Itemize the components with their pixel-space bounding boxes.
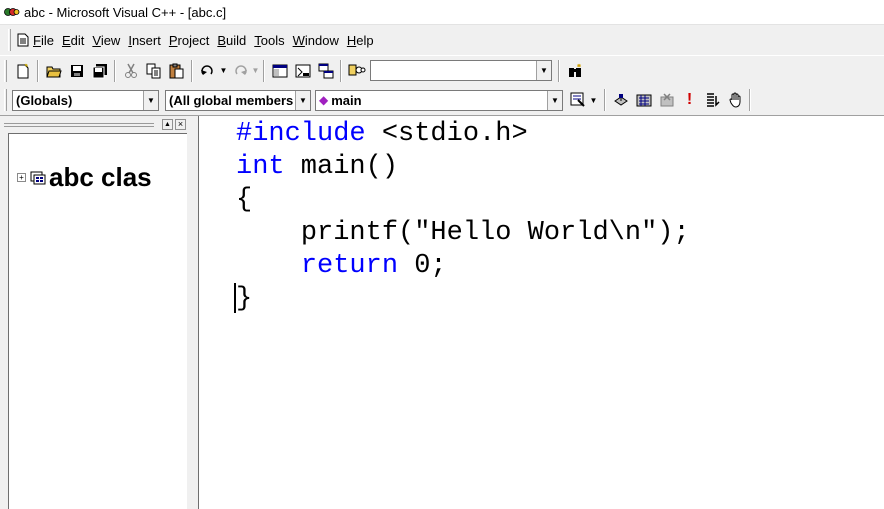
window-list-icon[interactable] xyxy=(314,60,337,82)
tree-root-node[interactable]: + abc clas xyxy=(17,162,152,193)
code-line: { xyxy=(236,184,690,217)
save-icon[interactable] xyxy=(65,60,88,82)
go-debug-icon[interactable] xyxy=(701,89,724,111)
code-text-segment: <stdio.h> xyxy=(365,119,528,149)
cut-icon[interactable] xyxy=(119,60,142,82)
compile-icon[interactable] xyxy=(609,89,632,111)
wizardbar-grip[interactable] xyxy=(4,89,7,111)
menu-insert[interactable]: Insert xyxy=(128,31,161,50)
find-in-files-icon[interactable] xyxy=(345,60,368,82)
toolbar-separator xyxy=(191,59,193,82)
workspace-grip-line xyxy=(4,123,154,124)
open-folder-icon[interactable] xyxy=(42,60,65,82)
output-window-icon[interactable] xyxy=(291,60,314,82)
toolbar-grip[interactable] xyxy=(4,59,7,82)
menu-file[interactable]: File xyxy=(33,31,54,50)
class-combo-value: (Globals) xyxy=(16,92,73,108)
toolbar-separator xyxy=(263,59,265,82)
menu-project[interactable]: Project xyxy=(169,31,209,50)
tree-root-label: abc clas xyxy=(49,162,152,192)
find-binoculars-icon[interactable] xyxy=(563,60,586,82)
code-text-segment: } xyxy=(236,284,253,315)
copy-icon[interactable] xyxy=(142,60,165,82)
code-line: #include <stdio.h> xyxy=(236,118,690,151)
code-line: printf("Hello World\n"); xyxy=(236,217,690,250)
visual-cpp-app-icon xyxy=(4,6,20,18)
menu-bar: File Edit View Insert Project Build Tool… xyxy=(0,24,884,55)
member-combo-chevron-down-icon[interactable]: ▼ xyxy=(547,90,562,110)
code-line: return 0; xyxy=(236,250,690,283)
menu-help[interactable]: Help xyxy=(347,31,374,50)
paste-icon[interactable] xyxy=(165,60,188,82)
menu-build[interactable]: Build xyxy=(217,31,246,50)
window-title: abc - Microsoft Visual C++ - [abc.c] xyxy=(24,4,227,20)
find-combo-chevron-down-icon[interactable]: ▼ xyxy=(536,61,551,80)
filter-combo[interactable]: (All global members ▼ xyxy=(165,89,311,111)
wizardbar-actions-icon[interactable] xyxy=(566,89,589,111)
code-text[interactable]: #include <stdio.h> int main() { printf("… xyxy=(234,118,690,316)
code-line: } xyxy=(234,283,690,316)
filter-combo-value: (All global members xyxy=(169,92,294,108)
code-text-segment: { xyxy=(236,185,253,215)
execute-icon[interactable]: ! xyxy=(678,89,701,111)
pane-splitter[interactable] xyxy=(188,116,199,509)
undo-dropdown-chevron-icon[interactable]: ▼ xyxy=(219,60,228,82)
insert-breakpoint-hand-icon[interactable] xyxy=(724,89,747,111)
menubar-grip[interactable] xyxy=(8,29,11,51)
tree-expand-plus-icon[interactable]: + xyxy=(17,173,26,182)
wizard-bar: (Globals) ▼ (All global members ▼ ◆ main… xyxy=(0,85,884,116)
code-line: int main() xyxy=(236,151,690,184)
menu-edit[interactable]: Edit xyxy=(62,31,84,50)
toolbar-separator xyxy=(604,89,606,111)
workspace-close-icon[interactable]: × xyxy=(175,119,186,130)
filter-combo-chevron-down-icon[interactable]: ▼ xyxy=(295,90,310,110)
document-icon[interactable] xyxy=(15,29,31,51)
class-view-tree[interactable]: + abc clas xyxy=(8,133,187,509)
workspace-restore-icon[interactable]: ▲ xyxy=(162,119,173,130)
code-keyword: #include xyxy=(236,119,366,149)
toolbar-separator xyxy=(340,59,342,82)
menu-window[interactable]: Window xyxy=(293,31,339,50)
member-combo[interactable]: ◆ main ▼ xyxy=(315,89,563,111)
workspace-pane: ▲ × + abc clas xyxy=(0,116,199,509)
member-combo-value: main xyxy=(331,92,362,108)
code-text-segment: 0; xyxy=(398,251,447,281)
undo-icon[interactable] xyxy=(196,60,219,82)
workspace-grip-line xyxy=(4,126,154,127)
standard-toolbar: ▼ ▼ ▼ xyxy=(0,55,884,85)
new-file-icon[interactable] xyxy=(11,60,34,82)
toolbar-separator xyxy=(37,59,39,82)
code-text-segment: printf("Hello World\n"); xyxy=(300,218,690,248)
build-icon[interactable] xyxy=(632,89,655,111)
wizardbar-actions-chevron-down-icon[interactable]: ▼ xyxy=(589,89,598,111)
title-bar: abc - Microsoft Visual C++ - [abc.c] xyxy=(0,0,884,24)
save-all-icon[interactable] xyxy=(88,60,111,82)
redo-icon[interactable] xyxy=(228,60,251,82)
workspace-header: ▲ × xyxy=(4,119,188,130)
function-icon: ◆ xyxy=(319,93,329,107)
class-combo[interactable]: (Globals) ▼ xyxy=(12,89,159,111)
code-keyword: return xyxy=(300,251,399,281)
code-editor[interactable]: #include <stdio.h> int main() { printf("… xyxy=(200,116,884,509)
code-text-segment: main() xyxy=(284,152,399,182)
find-combo[interactable]: ▼ xyxy=(370,60,552,81)
toolbar-separator xyxy=(558,59,560,82)
stop-build-icon[interactable] xyxy=(655,89,678,111)
toolbar-separator xyxy=(749,89,751,111)
menu-tools[interactable]: Tools xyxy=(254,31,284,50)
class-combo-chevron-down-icon[interactable]: ▼ xyxy=(143,90,158,110)
redo-dropdown-chevron-icon[interactable]: ▼ xyxy=(251,60,260,82)
menu-view[interactable]: View xyxy=(92,31,120,50)
classes-folder-icon xyxy=(30,171,46,185)
code-keyword: int xyxy=(236,152,285,182)
toolbar-separator xyxy=(114,59,116,82)
workspace-window-icon[interactable] xyxy=(268,60,291,82)
